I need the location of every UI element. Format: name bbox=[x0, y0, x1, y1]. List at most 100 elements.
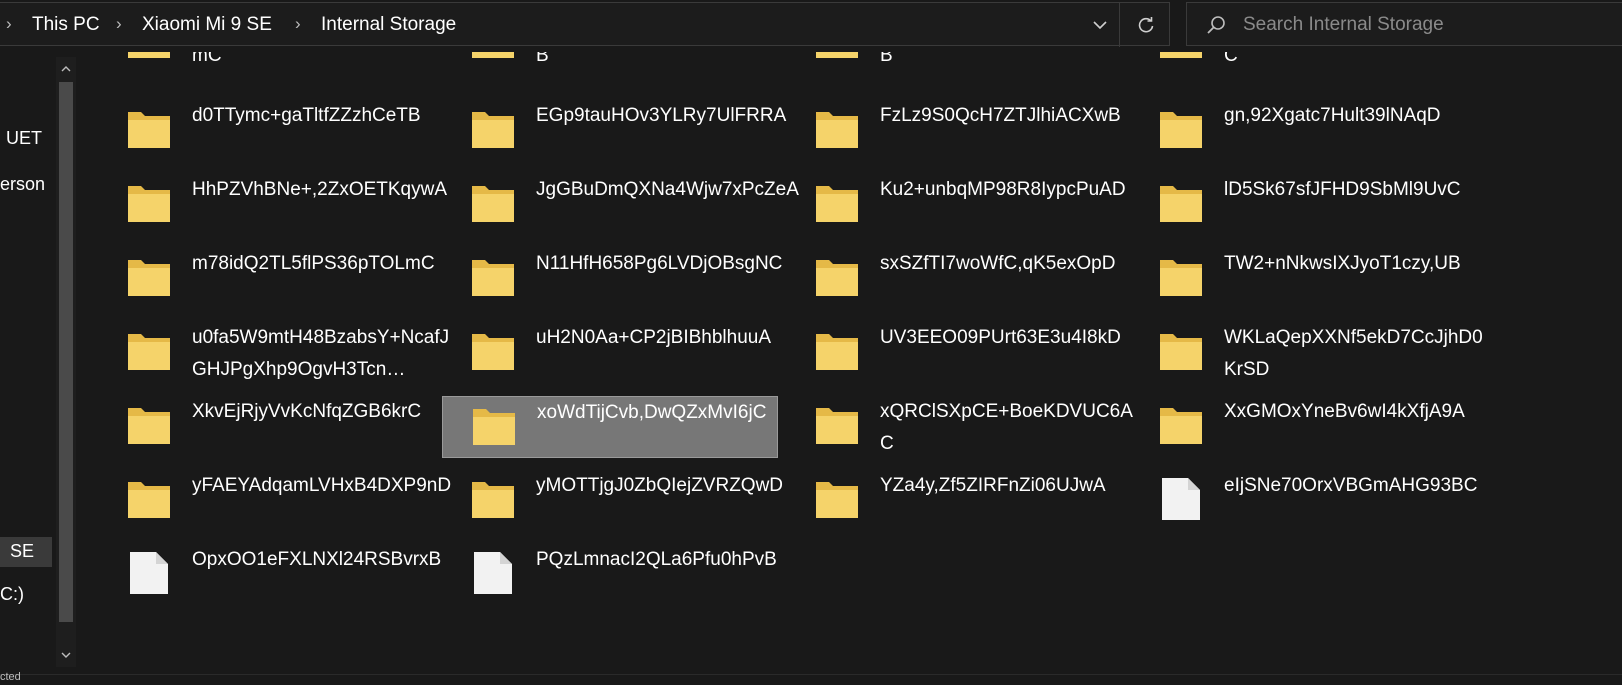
folder-icon bbox=[472, 112, 514, 148]
folder-item[interactable]: JgGBuDmQXNa4Wjw7xPcZeA bbox=[442, 174, 799, 236]
folder-item[interactable]: Ku2+unbqMP98R8IypcPuAD bbox=[786, 174, 1126, 236]
folder-item[interactable]: XxGMOxYneBv6wI4kXfjA9A bbox=[1130, 396, 1466, 458]
item-name: xQRClSXpCE+BoeKDVUC6AC bbox=[880, 401, 1133, 454]
folder-item[interactable]: XkvEjRjyVvKcNfqZGB6krC bbox=[98, 396, 434, 458]
folder-icon bbox=[1160, 186, 1202, 222]
folder-item[interactable]: FzLz9S0QcH7ZTJlhiACXwB bbox=[786, 100, 1122, 162]
folder-icon bbox=[816, 52, 858, 58]
folder-item[interactable]: xQRClSXpCE+BoeKDVUC6AC bbox=[786, 396, 1133, 458]
chevron-down-icon[interactable] bbox=[58, 647, 74, 663]
folder-icon bbox=[1160, 52, 1202, 58]
item-name: mC bbox=[192, 52, 222, 66]
item-name: u0fa5W9mtH48BzabsY+NcafJGHJPgXhp9OgvH3Tc… bbox=[192, 327, 450, 380]
folder-icon bbox=[128, 260, 170, 296]
nav-item-person[interactable]: erson bbox=[0, 174, 45, 195]
item-name: OpxOO1eFXLNXl24RSBvrxB bbox=[192, 549, 442, 570]
item-name: lD5Sk67sfJFHD9SbMl9UvC bbox=[1224, 179, 1461, 200]
folder-item[interactable]: N11HfH658Pg6LVDjOBsgNC bbox=[442, 248, 782, 310]
folder-item[interactable]: UV3EEO09PUrt63E3u4I8kD bbox=[786, 322, 1122, 384]
breadcrumb-internal-storage[interactable]: Internal Storage bbox=[321, 14, 456, 36]
folder-item[interactable]: yFAEYAdqamLVHxB4DXP9nD bbox=[98, 470, 451, 532]
nav-scrollbar[interactable] bbox=[56, 57, 76, 667]
folder-item[interactable]: gn,92Xgatc7Hult39lNAqD bbox=[1130, 100, 1466, 162]
folder-icon bbox=[128, 482, 170, 518]
folder-icon bbox=[1160, 408, 1202, 444]
item-name: m78idQ2TL5flPS36pTOLmC bbox=[192, 253, 435, 274]
item-name: B bbox=[880, 52, 893, 66]
file-item[interactable]: eIjSNe70OrxVBGmAHG93BC bbox=[1130, 470, 1477, 532]
folder-item[interactable]: xoWdTijCvb,DwQZxMvI6jC bbox=[442, 396, 778, 458]
folder-item[interactable]: YZa4y,Zf5ZIRFnZi06UJwA bbox=[786, 470, 1122, 532]
folder-item[interactable]: WKLaQepXXNf5ekD7CcJjhD0KrSD bbox=[1130, 322, 1483, 384]
breadcrumb-chevron-icon[interactable]: › bbox=[116, 14, 122, 34]
folder-icon bbox=[472, 186, 514, 222]
nav-item-mi9se[interactable]: SE bbox=[10, 541, 34, 562]
address-bar[interactable]: › This PC › Xiaomi Mi 9 SE › Internal St… bbox=[0, 2, 1170, 47]
item-name: Ku2+unbqMP98R8IypcPuAD bbox=[880, 179, 1126, 200]
item-name: xoWdTijCvb,DwQZxMvI6jC bbox=[537, 402, 767, 423]
search-icon bbox=[1207, 16, 1225, 34]
scrollbar-thumb[interactable] bbox=[59, 82, 73, 622]
folder-icon bbox=[816, 186, 858, 222]
item-name: XkvEjRjyVvKcNfqZGB6krC bbox=[192, 401, 422, 422]
folder-item[interactable]: TW2+nNkwsIXJyoT1czy,UB bbox=[1130, 248, 1466, 310]
status-text: cted bbox=[0, 671, 21, 683]
breadcrumb-device[interactable]: Xiaomi Mi 9 SE bbox=[142, 14, 272, 36]
item-name: B bbox=[536, 52, 549, 66]
folder-item[interactable]: lD5Sk67sfJFHD9SbMl9UvC bbox=[1130, 174, 1466, 236]
folder-icon bbox=[816, 112, 858, 148]
breadcrumb-chevron-icon[interactable]: › bbox=[6, 14, 12, 34]
breadcrumb-this-pc[interactable]: This PC bbox=[32, 14, 100, 36]
folder-item[interactable]: m78idQ2TL5flPS36pTOLmC bbox=[98, 248, 435, 310]
file-icon bbox=[1162, 478, 1200, 520]
item-name: HhPZVhBNe+,2ZxOETKqywA bbox=[192, 179, 448, 200]
item-name: PQzLmnacI2QLa6Pfu0hPvB bbox=[536, 549, 777, 570]
item-name: UV3EEO09PUrt63E3u4I8kD bbox=[880, 327, 1121, 348]
folder-icon bbox=[1160, 334, 1202, 370]
file-icon bbox=[474, 552, 512, 594]
folder-icon bbox=[1160, 260, 1202, 296]
folder-item[interactable]: yMOTTjgJ0ZbQIejZVRZQwD bbox=[442, 470, 783, 532]
nav-item-uet[interactable]: UET bbox=[6, 128, 42, 149]
folder-icon bbox=[128, 52, 170, 58]
folder-item[interactable]: HhPZVhBNe+,2ZxOETKqywA bbox=[98, 174, 447, 236]
folder-icon bbox=[472, 260, 514, 296]
folder-item[interactable]: sxSZfTI7woWfC,qK5exOpD bbox=[786, 248, 1122, 310]
file-item[interactable]: OpxOO1eFXLNXl24RSBvrxB bbox=[98, 544, 441, 606]
breadcrumb-chevron-icon[interactable]: › bbox=[295, 14, 301, 34]
search-box[interactable] bbox=[1186, 2, 1622, 46]
item-name: d0TTymc+gaTltfZZzhCeTB bbox=[192, 105, 421, 126]
item-name: TW2+nNkwsIXJyoT1czy,UB bbox=[1224, 253, 1461, 274]
item-name: uH2N0Aa+CP2jBIBhblhuuA bbox=[536, 327, 772, 348]
chevron-down-icon[interactable] bbox=[1088, 13, 1112, 37]
search-input[interactable] bbox=[1241, 9, 1615, 41]
item-name: JgGBuDmQXNa4Wjw7xPcZeA bbox=[536, 179, 799, 200]
file-icon bbox=[130, 552, 168, 594]
item-name: C bbox=[1224, 52, 1238, 66]
folder-icon bbox=[816, 408, 858, 444]
item-name: N11HfH658Pg6LVDjOBsgNC bbox=[536, 253, 783, 274]
refresh-icon[interactable] bbox=[1134, 13, 1158, 37]
item-name: sxSZfTI7woWfC,qK5exOpD bbox=[880, 253, 1116, 274]
folder-icon bbox=[128, 112, 170, 148]
file-item[interactable]: PQzLmnacI2QLa6Pfu0hPvB bbox=[442, 544, 778, 606]
chevron-up-icon[interactable] bbox=[58, 61, 74, 77]
item-name: FzLz9S0QcH7ZTJlhiACXwB bbox=[880, 105, 1121, 126]
folder-icon bbox=[816, 482, 858, 518]
folder-icon bbox=[473, 409, 515, 445]
file-list: mC B B Cd0TTymc+gaTltfZZzhCeTB EGp9tauHOv3YL… bbox=[80, 52, 1622, 674]
folder-item[interactable]: uH2N0Aa+CP2jBIBhblhuuA bbox=[442, 322, 778, 384]
folder-item[interactable]: d0TTymc+gaTltfZZzhCeTB bbox=[98, 100, 434, 162]
item-name: gn,92Xgatc7Hult39lNAqD bbox=[1224, 105, 1441, 126]
folder-item[interactable]: EGp9tauHOv3YLRy7UlFRRA bbox=[442, 100, 786, 162]
item-name: yMOTTjgJ0ZbQIejZVRZQwD bbox=[536, 475, 784, 496]
item-name: eIjSNe70OrxVBGmAHG93BC bbox=[1224, 475, 1478, 496]
folder-icon bbox=[128, 408, 170, 444]
folder-icon bbox=[816, 334, 858, 370]
item-name: WKLaQepXXNf5ekD7CcJjhD0KrSD bbox=[1224, 327, 1483, 380]
folder-icon bbox=[472, 334, 514, 370]
folder-item[interactable]: u0fa5W9mtH48BzabsY+NcafJGHJPgXhp9OgvH3Tc… bbox=[98, 322, 449, 384]
folder-icon bbox=[472, 482, 514, 518]
nav-item-c-drive[interactable]: C:) bbox=[0, 584, 24, 605]
folder-icon bbox=[1160, 112, 1202, 148]
